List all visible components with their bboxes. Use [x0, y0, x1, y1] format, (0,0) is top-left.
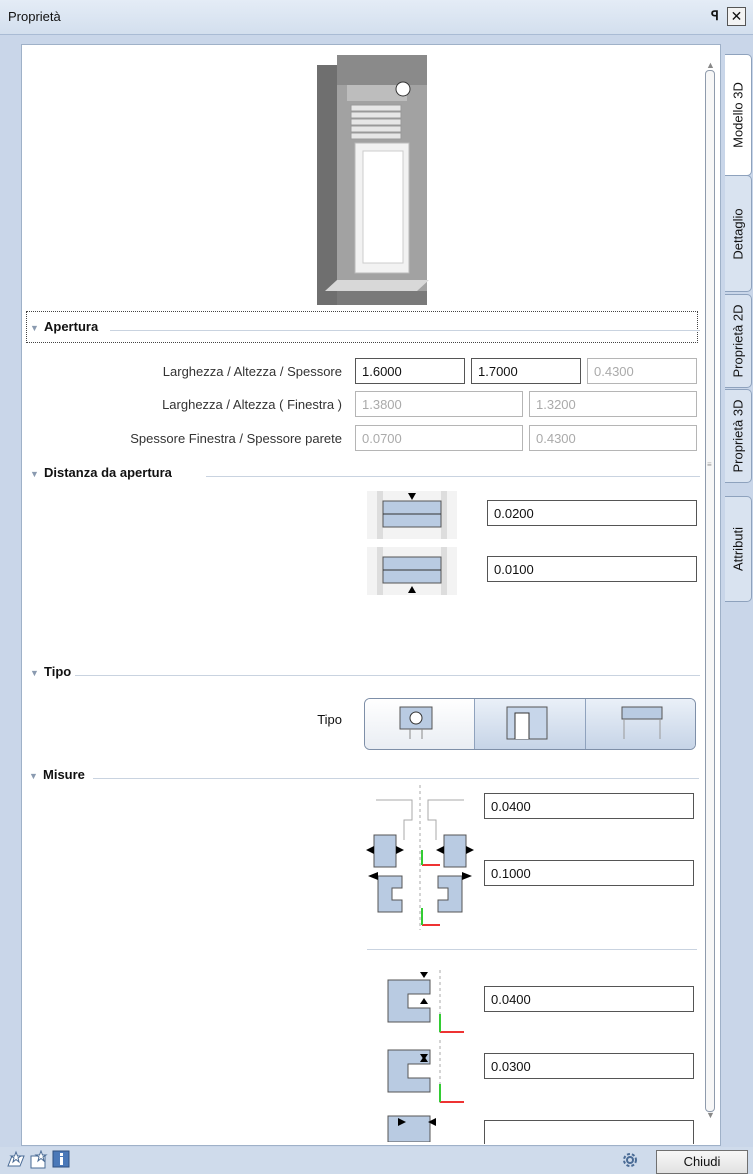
altezza-finestra-input: 1.3200: [529, 391, 697, 417]
offset-bottom-icon: [387, 1040, 464, 1106]
misure-input-1[interactable]: 0.0400: [484, 793, 694, 819]
window-3d-preview: [317, 55, 429, 305]
section-distanza[interactable]: ▼ Distanza da apertura: [30, 465, 710, 487]
divider: [367, 949, 697, 950]
tipo-option-2[interactable]: [475, 699, 586, 749]
chevron-down-icon: ▼: [29, 771, 38, 781]
tab-modello-3d[interactable]: Modello 3D: [725, 54, 752, 176]
divider: [206, 476, 700, 477]
spessore-parete-input: 0.4300: [529, 425, 697, 451]
side-gap-icon: [364, 780, 476, 930]
larghezza-input[interactable]: 1.6000: [355, 358, 465, 384]
tab-attributi[interactable]: Attributi: [725, 496, 752, 602]
section-title: Misure: [43, 767, 85, 782]
grip-icon: ≡: [707, 460, 712, 469]
distance-top-icon: [367, 491, 457, 539]
altezza-input[interactable]: 1.7000: [471, 358, 581, 384]
top-box-icon: [621, 706, 663, 739]
offset-top-icon: [387, 970, 464, 1036]
footer-bar: [0, 1147, 753, 1174]
favorites-save-icon[interactable]: [29, 1150, 49, 1170]
distanza-sopra-input[interactable]: 0.0200: [487, 500, 697, 526]
info-icon[interactable]: [52, 1150, 70, 1168]
tab-proprieta-3d[interactable]: Proprietà 3D: [725, 389, 752, 483]
properties-panel: ▼ Apertura Larghezza / Altezza / Spessore…: [21, 44, 721, 1146]
distance-bottom-icon: [367, 547, 457, 595]
window-title: Proprietà: [8, 9, 61, 24]
chevron-down-icon: ▼: [30, 469, 39, 479]
recessed-box-icon: [506, 706, 548, 740]
titlebar: Proprietà ꟼ ✕: [0, 0, 753, 35]
tab-dettaglio[interactable]: Dettaglio: [725, 175, 752, 292]
spessore-finestra-input: 0.0700: [355, 425, 523, 451]
misure-input-2[interactable]: 0.1000: [484, 860, 694, 886]
chevron-down-icon: ▼: [30, 668, 39, 678]
close-button[interactable]: ✕: [727, 7, 746, 26]
misure-input-4[interactable]: 0.0300: [484, 1053, 694, 1079]
misure-input-3[interactable]: 0.0400: [484, 986, 694, 1012]
close-dialog-button[interactable]: Chiudi: [656, 1150, 748, 1174]
field-label: Larghezza / Altezza / Spessore: [162, 364, 342, 379]
gear-icon[interactable]: [621, 1151, 639, 1169]
tab-proprieta-2d[interactable]: Proprietà 2D: [725, 294, 752, 388]
divider: [110, 330, 700, 331]
section-apertura[interactable]: ▼ Apertura: [30, 319, 710, 341]
vertical-scrollbar[interactable]: ▲ ≡ ▼: [705, 60, 715, 1120]
scroll-down-icon[interactable]: ▼: [706, 1110, 715, 1120]
tipo-option-3[interactable]: [585, 699, 695, 749]
divider: [93, 778, 699, 779]
roller-box-icon: [399, 706, 433, 739]
chevron-down-icon: ▼: [30, 323, 39, 333]
spessore-input: 0.4300: [587, 358, 697, 384]
field-label: Larghezza / Altezza ( Finestra ): [162, 397, 342, 412]
tipo-label: Tipo: [317, 712, 342, 727]
pin-icon[interactable]: ꟼ: [711, 8, 719, 24]
distanza-sotto-input[interactable]: 0.0100: [487, 556, 697, 582]
properties-window: Proprietà ꟼ ✕ ▼ Apertura Larghezza / Alt…: [0, 0, 753, 1174]
section-title: Distanza da apertura: [44, 465, 172, 480]
favorites-open-icon[interactable]: [6, 1150, 26, 1170]
scroll-up-icon[interactable]: ▲: [706, 60, 715, 70]
larghezza-finestra-input: 1.3800: [355, 391, 523, 417]
field-label: Spessore Finestra / Spessore parete: [130, 431, 342, 446]
misure-input-5[interactable]: [484, 1120, 694, 1144]
section-title: Apertura: [44, 319, 99, 334]
section-tipo[interactable]: ▼ Tipo: [30, 664, 710, 686]
divider: [75, 675, 700, 676]
scrollbar-thumb[interactable]: [705, 70, 715, 1112]
tipo-selector[interactable]: [364, 698, 696, 750]
section-title: Tipo: [44, 664, 72, 679]
tipo-option-1[interactable]: [365, 699, 476, 749]
offset-side-icon: [387, 1115, 436, 1142]
